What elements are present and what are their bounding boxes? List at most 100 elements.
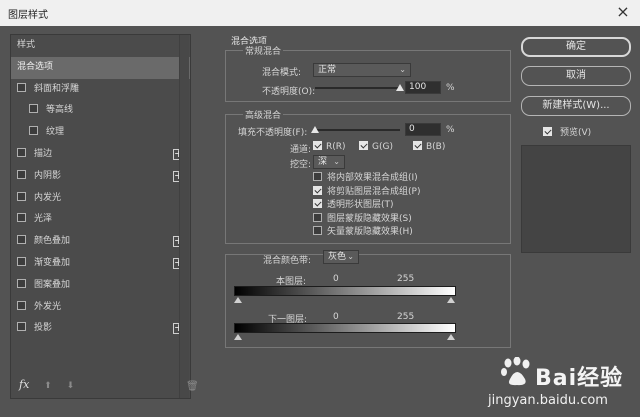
style-item[interactable]: 内发光 — [11, 188, 190, 210]
channel-checkbox[interactable] — [413, 141, 422, 150]
style-item-label: 混合选项 — [17, 61, 54, 72]
style-checkbox[interactable] — [17, 235, 26, 245]
advanced-option[interactable]: 矢量蒙版隐藏效果(H) — [313, 226, 503, 240]
this-layer-white-thumb[interactable] — [447, 297, 455, 303]
blend-if-label: 混合颜色带: — [263, 256, 312, 266]
style-item[interactable]: 光泽 — [11, 209, 190, 231]
style-checkbox[interactable] — [17, 256, 26, 266]
style-checkbox[interactable] — [29, 126, 38, 136]
advanced-option-checkbox[interactable] — [313, 185, 322, 195]
trash-icon[interactable]: 🗑 — [186, 381, 199, 392]
channel-toggle[interactable]: R(R) — [313, 141, 346, 152]
window-title: 图层样式 — [8, 10, 48, 21]
scrollbar[interactable] — [179, 35, 189, 398]
opacity-unit: % — [446, 83, 455, 93]
opacity-slider-thumb[interactable] — [396, 84, 404, 91]
style-item-label: 内发光 — [34, 192, 62, 203]
advanced-option-checkbox[interactable] — [313, 226, 322, 235]
fill-opacity-slider[interactable] — [315, 129, 400, 131]
blend-mode-label: 混合模式: — [262, 68, 302, 78]
style-checkbox[interactable] — [17, 322, 26, 332]
advanced-option[interactable]: 图层蒙版隐藏效果(S) — [313, 212, 503, 227]
opacity-input[interactable]: 100 — [405, 81, 441, 94]
preview-checkbox[interactable] — [543, 127, 552, 136]
style-checkbox[interactable] — [17, 147, 26, 157]
knockout-select[interactable]: 深 ⌄ — [313, 155, 345, 169]
style-item[interactable]: 内阴影+ — [11, 166, 190, 188]
general-blend-title: 常规混合 — [243, 44, 284, 57]
preview-toggle[interactable]: 预览(V) — [543, 125, 591, 138]
style-item[interactable]: 混合选项 — [11, 56, 190, 79]
fill-opacity-slider-thumb[interactable] — [311, 126, 319, 133]
style-list: 样式 混合选项斜面和浮雕等高线纹理描边+内阴影+ 内发光光泽颜色叠加+渐变叠加+ 图… — [11, 35, 190, 340]
watermark-brand: Bai经验 — [535, 366, 624, 391]
under-layer-gradient[interactable] — [234, 323, 456, 333]
style-checkbox[interactable] — [17, 82, 26, 92]
style-item-label: 外发光 — [34, 301, 62, 312]
style-item-label: 描边 — [34, 148, 53, 159]
style-checkbox[interactable] — [17, 169, 26, 179]
close-icon[interactable]: × — [614, 3, 632, 21]
under-layer-max: 255 — [397, 312, 415, 322]
blend-if-select[interactable]: 灰色 ⌄ — [323, 250, 359, 264]
fill-opacity-input[interactable]: 0 — [405, 123, 441, 136]
under-layer-white-thumb[interactable] — [447, 334, 455, 340]
preview-label: 预览(V) — [560, 128, 592, 138]
channel-label: G(G) — [372, 142, 393, 152]
style-checkbox[interactable] — [17, 213, 26, 223]
style-item-label: 斜面和浮雕 — [34, 83, 80, 94]
this-layer-black-thumb[interactable] — [234, 297, 242, 303]
advanced-option-label: 将内部效果混合成组(I) — [327, 173, 418, 183]
move-up-icon[interactable]: ⬆ — [44, 381, 52, 391]
channel-toggle[interactable]: G(G) — [359, 141, 393, 152]
channels-row: R(R) G(G) B(B) — [313, 141, 493, 155]
chevron-down-icon: ⌄ — [333, 157, 340, 166]
style-checkbox[interactable] — [17, 278, 26, 288]
advanced-option-label: 透明形状图层(T) — [327, 200, 394, 210]
move-down-icon[interactable]: ⬇ — [67, 381, 75, 391]
advanced-option-checkbox[interactable] — [313, 199, 322, 208]
style-list-header: 样式 — [17, 40, 36, 50]
style-checkbox[interactable] — [17, 300, 26, 310]
style-list-panel: 样式 混合选项斜面和浮雕等高线纹理描边+内阴影+ 内发光光泽颜色叠加+渐变叠加+ 图… — [10, 34, 199, 399]
advanced-option-checkbox[interactable] — [313, 172, 322, 181]
style-item[interactable]: 颜色叠加+ — [11, 231, 190, 253]
this-layer-max: 255 — [397, 274, 415, 284]
blend-mode-select[interactable]: 正常 ⌄ — [313, 63, 411, 77]
blend-if-group — [225, 254, 511, 348]
opacity-slider[interactable] — [315, 87, 400, 89]
under-layer-min: 0 — [333, 312, 339, 322]
under-layer-black-thumb[interactable] — [234, 334, 242, 340]
style-item-label: 渐变叠加 — [34, 257, 71, 268]
style-item[interactable]: 外发光 — [11, 297, 190, 319]
channel-checkbox[interactable] — [359, 141, 368, 150]
ok-button[interactable]: 确定 — [521, 37, 631, 57]
knockout-label: 挖空: — [290, 160, 312, 170]
style-checkbox[interactable] — [29, 104, 38, 114]
style-item[interactable]: 纹理 — [11, 122, 190, 144]
title-bar: 图层样式 × — [0, 0, 640, 26]
advanced-option[interactable]: 将内部效果混合成组(I) — [313, 172, 503, 186]
advanced-option[interactable]: 透明形状图层(T) — [313, 199, 503, 213]
advanced-option-label: 矢量蒙版隐藏效果(H) — [327, 227, 413, 237]
style-item[interactable]: 图案叠加 — [11, 275, 190, 297]
this-layer-min: 0 — [333, 274, 339, 284]
channel-label: R(R) — [326, 142, 346, 152]
new-style-button[interactable]: 新建样式(W)... — [521, 96, 631, 116]
this-layer-gradient[interactable] — [234, 286, 456, 296]
advanced-option[interactable]: 将剪贴图层混合成组(P) — [313, 185, 503, 200]
fx-icon[interactable]: fx — [19, 378, 29, 391]
channel-toggle[interactable]: B(B) — [413, 141, 445, 152]
style-item[interactable]: 渐变叠加+ — [11, 253, 190, 275]
channel-checkbox[interactable] — [313, 141, 322, 150]
advanced-option-label: 图层蒙版隐藏效果(S) — [327, 213, 412, 224]
cancel-button[interactable]: 取消 — [521, 66, 631, 86]
advanced-option-checkbox[interactable] — [313, 212, 322, 222]
style-checkbox[interactable] — [17, 191, 26, 201]
style-item[interactable]: 等高线 — [11, 100, 190, 122]
watermark-url: jingyan.baidu.com — [488, 393, 608, 408]
style-item[interactable]: 投影+ — [11, 318, 190, 340]
fill-opacity-label: 填充不透明度(F): — [238, 128, 308, 138]
style-item[interactable]: 斜面和浮雕 — [11, 79, 190, 101]
style-item[interactable]: 描边+ — [11, 144, 190, 166]
